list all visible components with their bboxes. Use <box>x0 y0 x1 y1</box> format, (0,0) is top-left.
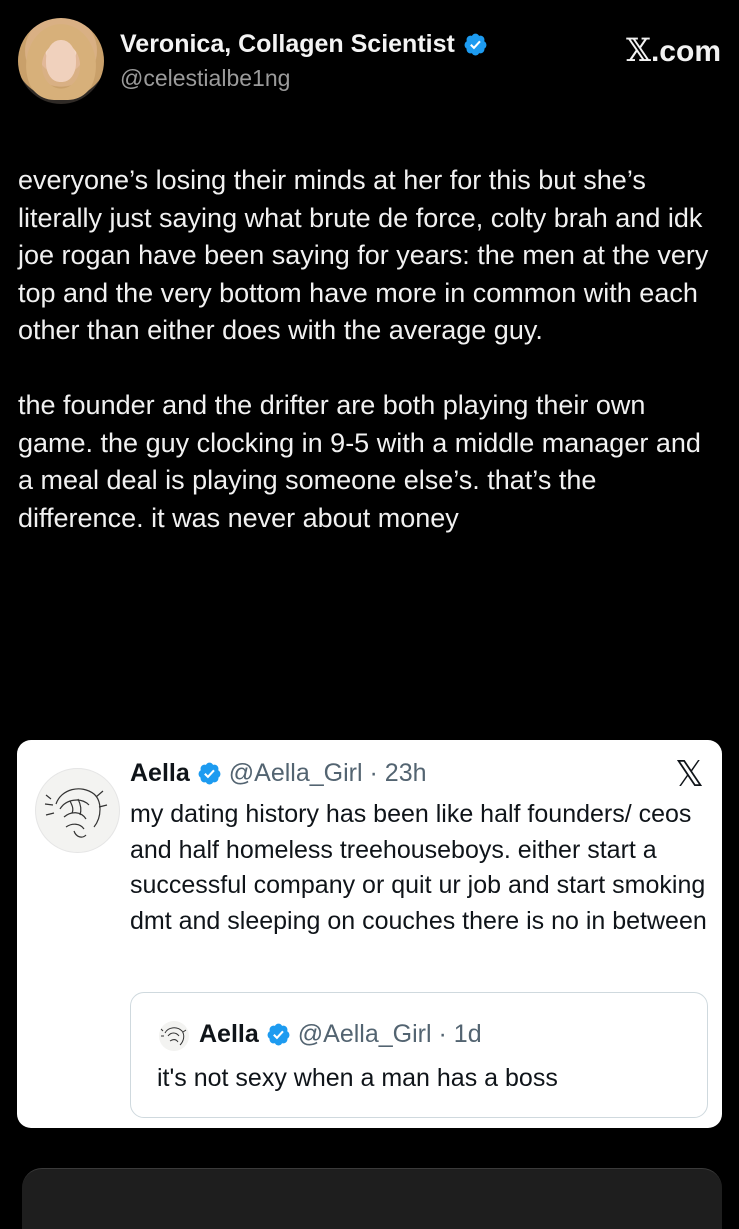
x-logo-icon: 𝕏 <box>626 31 651 69</box>
author-name-text: Veronica, Collagen Scientist <box>120 30 455 58</box>
sketch-portrait-icon <box>44 788 108 838</box>
quoted-post-time[interactable]: · 23h <box>370 759 427 788</box>
verified-badge-icon <box>198 762 221 785</box>
x-logo-icon: 𝕏 <box>674 754 704 795</box>
nested-author-avatar[interactable] <box>159 1021 189 1051</box>
author-display-name[interactable]: Veronica, Collagen Scientist <box>120 30 488 59</box>
post-text: everyone’s losing their minds at her for… <box>18 165 709 533</box>
verified-badge-icon <box>267 1023 290 1046</box>
post-header: Veronica, Collagen Scientist @celestialb… <box>18 18 721 118</box>
nested-post-text: it's not sexy when a man has a boss <box>157 1064 558 1092</box>
sketch-portrait-icon <box>160 1027 187 1046</box>
nested-quoted-post-card[interactable]: Aella @Aella_Girl · 1d it's not sexy whe… <box>130 992 708 1118</box>
verified-badge-icon <box>464 33 487 56</box>
author-handle[interactable]: @celestialbe1ng <box>120 65 488 92</box>
quoted-author-name[interactable]: Aella <box>130 759 190 788</box>
bottom-reply-bar[interactable] <box>22 1168 722 1229</box>
quoted-post-text: my dating history has been like half fou… <box>130 800 707 935</box>
brand-domain: .com <box>650 35 721 68</box>
author-name-block: Veronica, Collagen Scientist @celestialb… <box>120 30 488 92</box>
nested-post-time[interactable]: · 1d <box>439 1020 482 1049</box>
quoted-author-handle[interactable]: @Aella_Girl <box>229 759 363 788</box>
nested-post-header: Aella @Aella_Girl · 1d <box>199 1020 482 1049</box>
nested-author-name[interactable]: Aella <box>199 1020 259 1049</box>
author-avatar[interactable] <box>18 18 104 104</box>
quoted-author-avatar[interactable] <box>35 768 120 853</box>
quoted-post-header: Aella @Aella_Girl · 23h <box>130 759 427 788</box>
nested-author-handle[interactable]: @Aella_Girl <box>298 1020 432 1049</box>
quoted-post-card[interactable]: Aella @Aella_Girl · 23h 𝕏 my dating hist… <box>17 740 722 1128</box>
brand-label: 𝕏.com <box>626 31 721 69</box>
